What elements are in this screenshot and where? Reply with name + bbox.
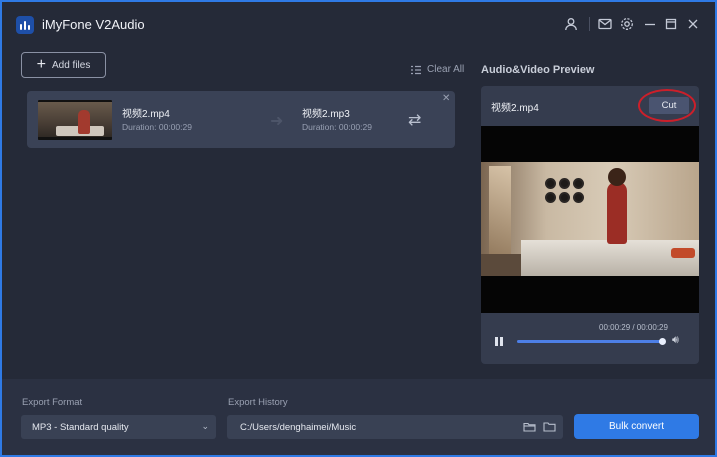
- app-logo-icon: [16, 16, 34, 34]
- mail-icon[interactable]: [596, 15, 614, 33]
- export-format-label: Export Format: [22, 397, 83, 408]
- source-file-name: 视频2.mp4: [122, 109, 170, 120]
- title-bar: iMyFone V2Audio: [2, 2, 715, 46]
- seek-handle[interactable]: [659, 338, 666, 345]
- preview-panel: 视频2.mp4 Cut 00:00:29 / 00:00:29 🔊︎: [481, 86, 699, 364]
- video-thumbnail: [38, 100, 112, 140]
- open-folder-icon[interactable]: [523, 420, 536, 433]
- export-history-label: Export History: [228, 397, 288, 408]
- target-file-name: 视频2.mp3: [302, 109, 350, 120]
- preview-section-title: Audio&Video Preview: [481, 64, 595, 76]
- add-files-label: Add files: [51, 59, 91, 71]
- close-icon[interactable]: [684, 15, 702, 33]
- minimize-icon[interactable]: [641, 15, 659, 33]
- pause-icon[interactable]: [495, 337, 503, 346]
- plus-icon: +: [36, 56, 46, 73]
- clear-all-button[interactable]: Clear All: [410, 64, 464, 75]
- bulk-convert-button[interactable]: Bulk convert: [574, 414, 699, 439]
- app-title: iMyFone V2Audio: [42, 17, 145, 32]
- bottom-bar: Export Format MP3 - Standard quality ⌄ E…: [2, 379, 715, 455]
- maximize-icon[interactable]: [662, 15, 680, 33]
- titlebar-divider: [589, 17, 590, 31]
- export-format-value: MP3 - Standard quality: [32, 421, 129, 433]
- playback-time: 00:00:29 / 00:00:29: [599, 323, 668, 332]
- add-files-button[interactable]: + Add files: [21, 52, 106, 78]
- app-window: iMyFone V2Audio + Add files Clear All 视频…: [0, 0, 717, 457]
- clear-all-label: Clear All: [427, 64, 465, 75]
- remove-file-icon[interactable]: ✕: [442, 93, 450, 104]
- arrow-right-icon: ➜: [270, 113, 284, 130]
- source-duration: Duration: 00:00:29: [122, 122, 192, 132]
- seek-bar[interactable]: [517, 340, 663, 343]
- export-path-field[interactable]: C:/Users/denghaimei/Music: [227, 415, 563, 439]
- preview-file-name: 视频2.mp4: [491, 103, 539, 114]
- folder-icon[interactable]: [543, 420, 556, 433]
- chevron-down-icon: ⌄: [201, 421, 209, 431]
- swap-icon[interactable]: ⇄: [408, 110, 421, 130]
- settings-icon[interactable]: [618, 15, 636, 33]
- file-item[interactable]: 视频2.mp4 Duration: 00:00:29 ➜ 视频2.mp3 Dur…: [27, 91, 455, 148]
- video-player[interactable]: [481, 126, 699, 313]
- export-path-value: C:/Users/denghaimei/Music: [240, 421, 357, 433]
- list-clear-icon: [411, 65, 421, 74]
- user-icon[interactable]: [562, 15, 580, 33]
- cut-highlight-circle: [638, 89, 696, 122]
- target-duration: Duration: 00:00:29: [302, 122, 372, 132]
- volume-icon[interactable]: 🔊︎: [672, 334, 679, 347]
- file-list-area: + Add files Clear All 视频2.mp4 Duration: …: [2, 46, 472, 379]
- video-frame: [481, 162, 699, 276]
- export-format-select[interactable]: MP3 - Standard quality ⌄: [21, 415, 216, 439]
